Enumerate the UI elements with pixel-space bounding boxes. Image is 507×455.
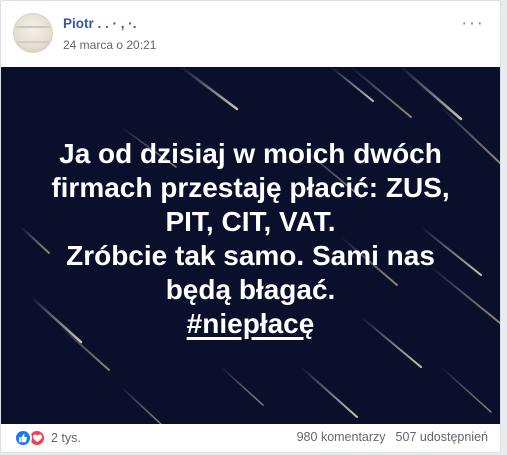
post-timestamp[interactable]: 24 marca o 20:21 — [63, 38, 156, 52]
like-icon — [14, 429, 32, 447]
streak — [330, 67, 374, 102]
streak — [220, 366, 264, 406]
reactions-summary[interactable]: 2 tys. — [14, 428, 81, 448]
shares-link[interactable]: 507 udostępnień — [396, 430, 488, 444]
streak — [350, 67, 412, 118]
comments-link[interactable]: 980 komentarzy — [297, 430, 386, 444]
caption-line: PIT, CIT, VAT. — [165, 206, 336, 237]
image-caption: Ja od dzisiaj w moich dwóch firmach prze… — [1, 137, 500, 341]
post-image[interactable]: Ja od dzisiaj w moich dwóch firmach prze… — [1, 67, 500, 424]
avatar-stripe — [17, 41, 49, 43]
facebook-post: Piotr . . · , ·. 24 marca o 20:21 ··· Ja… — [0, 0, 501, 453]
post-stats: 980 komentarzy 507 udostępnień — [297, 430, 488, 444]
author-avatar[interactable] — [13, 13, 53, 53]
post-footer: 2 tys. 980 komentarzy 507 udostępnień — [1, 424, 500, 452]
streak — [179, 67, 239, 111]
avatar-stripe — [16, 26, 50, 28]
caption-line: będą błagać. — [165, 274, 336, 305]
streak — [300, 366, 358, 418]
caption-hashtag-line: #niepłacę — [1, 307, 500, 341]
streak — [440, 366, 492, 413]
reaction-count: 2 tys. — [51, 431, 81, 445]
author-name[interactable]: Piotr . . · , ·. — [63, 16, 137, 31]
streak — [120, 386, 162, 424]
caption-line: Zróbcie tak samo. Sami nas — [66, 240, 435, 271]
caption-line: firmach przestaję płacić: ZUS, — [51, 172, 450, 203]
streak — [399, 67, 463, 121]
post-header: Piotr . . · , ·. 24 marca o 20:21 ··· — [13, 13, 488, 57]
more-options-icon[interactable]: ··· — [461, 13, 484, 33]
caption-hashtag: #niepłacę — [186, 308, 315, 339]
caption-line: Ja od dzisiaj w moich dwóch — [59, 138, 442, 169]
